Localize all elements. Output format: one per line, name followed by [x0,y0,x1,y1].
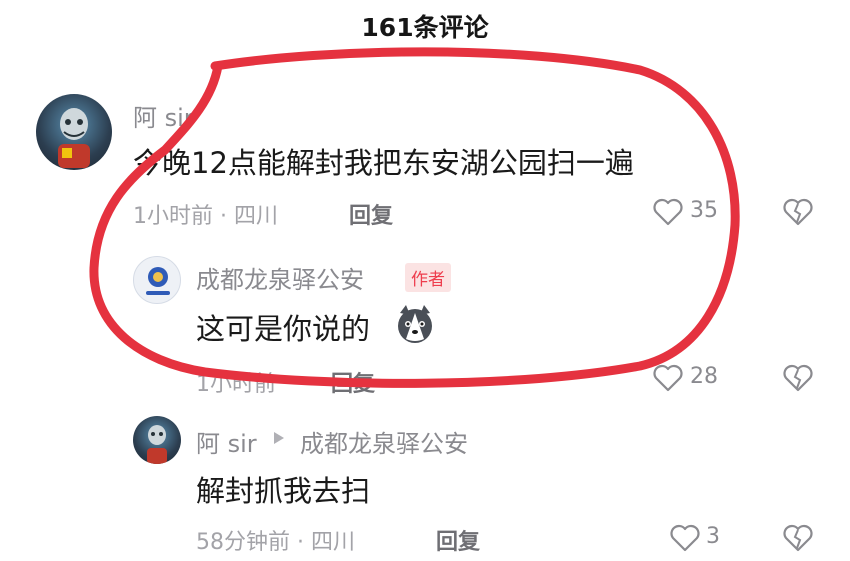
comment-username[interactable]: 阿 sir [133,98,194,133]
comment-timestamp: 1小时前 · 四川 [133,204,278,229]
author-badge: 作者 [405,263,451,292]
reply-button[interactable]: 回复 [436,524,480,556]
comments-count-title: 161条评论 [361,13,489,42]
reply-button[interactable]: 回复 [331,366,375,398]
reply-username[interactable]: 成都龙泉驿公安 [196,260,364,295]
like-count: 35 [690,198,718,223]
like-count: 28 [690,364,718,389]
reply-timestamp: 58分钟前 · 四川 [196,530,355,555]
avatar[interactable] [36,94,112,170]
husky-emoji [394,303,436,345]
comment-text: 今晚12点能解封我把东安湖公园扫一遍 [133,146,634,180]
avatar[interactable] [133,256,181,304]
heart-outline-icon[interactable] [670,524,700,552]
broken-heart-icon[interactable] [783,524,813,552]
reply-text: 这可是你说的 [196,312,371,346]
reply-to-username[interactable]: 成都龙泉驿公安 [300,424,468,459]
avatar[interactable] [133,416,181,464]
broken-heart-icon[interactable] [783,364,813,392]
triangle-right-icon [272,430,286,446]
reply-username[interactable]: 阿 sir [196,424,257,459]
heart-outline-icon[interactable] [653,364,683,392]
like-count: 3 [706,524,720,549]
reply-button[interactable]: 回复 [349,198,393,230]
reply-text: 解封抓我去扫 [196,474,371,508]
heart-outline-icon[interactable] [653,198,683,226]
reply-timestamp: 1小时前 [196,372,276,397]
broken-heart-icon[interactable] [783,198,813,226]
